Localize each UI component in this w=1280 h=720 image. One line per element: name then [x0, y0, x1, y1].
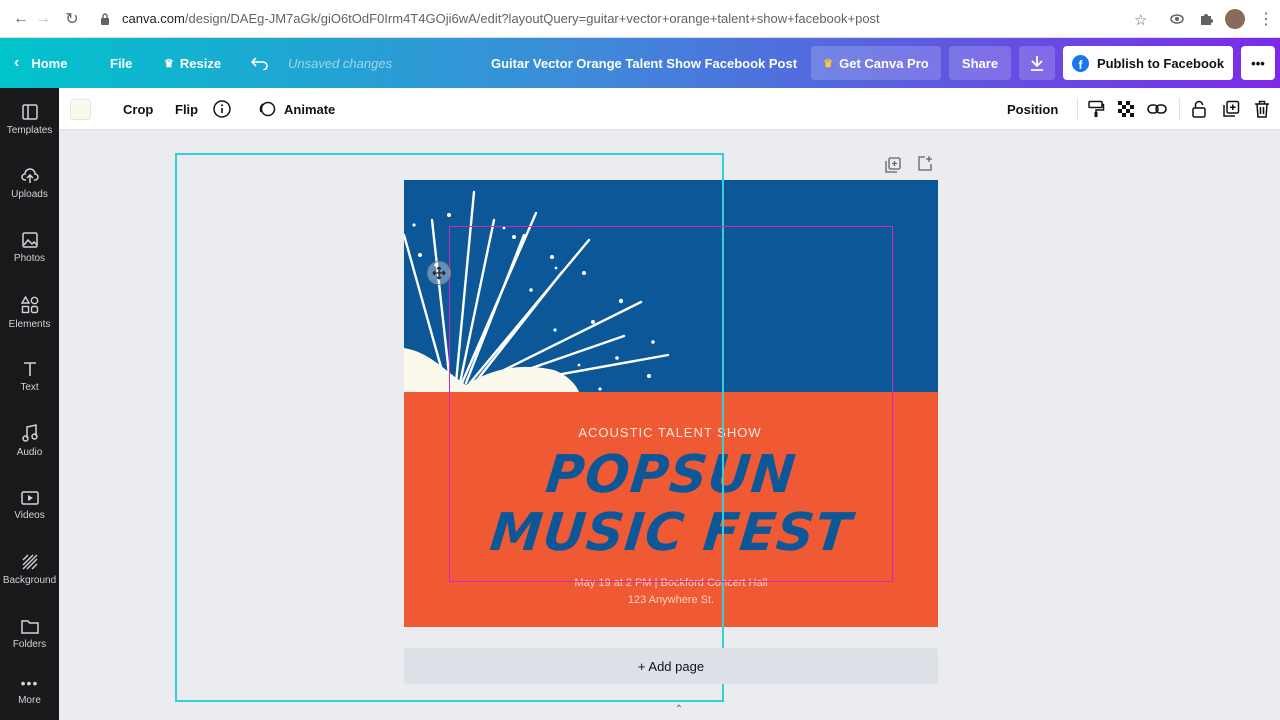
text-icon [23, 362, 36, 376]
move-handle-icon[interactable] [427, 261, 451, 285]
lock-icon [100, 12, 110, 25]
address-bar[interactable]: canva.com/design/DAEg-JM7aGk/giO6tOdF0Ir… [122, 11, 880, 26]
profile-avatar[interactable] [1225, 9, 1245, 29]
sidebar-item-label: More [18, 694, 41, 706]
crop-button[interactable]: Crop [123, 88, 153, 130]
sidebar-item-label: Uploads [11, 189, 48, 200]
copy-style-icon[interactable] [1087, 88, 1105, 130]
browser-menu-icon[interactable]: ⋮ [1258, 9, 1274, 29]
elements-icon [20, 296, 38, 314]
add-page-icon[interactable] [917, 155, 933, 176]
flip-button[interactable]: Flip [175, 88, 198, 130]
background-icon [22, 554, 37, 570]
chevron-left-icon: ‹ [14, 54, 20, 71]
back-icon[interactable]: ← [10, 8, 32, 30]
design-title[interactable]: Guitar Vector Orange Talent Show Faceboo… [491, 38, 797, 88]
templates-icon [21, 104, 38, 120]
home-button[interactable]: ‹ Home [14, 38, 67, 88]
position-button[interactable]: Position [1007, 88, 1058, 130]
sidebar-item-folders[interactable]: Folders [0, 604, 59, 664]
sidebar-item-templates[interactable]: Templates [0, 90, 59, 150]
info-icon[interactable] [213, 88, 231, 130]
save-status: Unsaved changes [288, 55, 393, 71]
sidebar-item-label: Templates [6, 125, 53, 136]
sidebar-item-label: Elements [8, 319, 51, 330]
videos-icon [20, 491, 39, 505]
sidebar-item-label: Folders [12, 638, 47, 650]
publish-to-facebook-button[interactable]: f Publish to Facebook [1063, 46, 1233, 80]
file-menu-button[interactable]: File [110, 38, 132, 88]
crown-icon: ♛ [823, 57, 834, 70]
sidebar-item-uploads[interactable]: Uploads [0, 154, 59, 214]
get-canva-pro-button[interactable]: ♛ Get Canva Pro [811, 46, 941, 80]
sidebar-item-audio[interactable]: Audio [0, 411, 59, 471]
share-button[interactable]: Share [949, 46, 1011, 80]
more-options-button[interactable]: ••• [1241, 46, 1275, 80]
sidebar-item-label: Text [20, 382, 39, 393]
folders-icon [20, 619, 39, 634]
sidebar-item-elements[interactable]: Elements [0, 283, 59, 343]
transparency-icon[interactable] [1117, 88, 1135, 130]
chevron-up-icon[interactable]: ⌃ [671, 704, 687, 720]
sidebar-item-label: Videos [14, 510, 45, 521]
facebook-icon: f [1071, 54, 1089, 72]
sidebar-item-photos[interactable]: Photos [0, 218, 59, 278]
forward-icon[interactable]: → [32, 8, 54, 30]
download-button[interactable] [1019, 46, 1055, 80]
bookmark-star-icon[interactable]: ☆ [1134, 11, 1147, 29]
uploads-icon [20, 168, 39, 183]
duplicate-icon[interactable] [1222, 88, 1240, 130]
extensions-puzzle-icon[interactable] [1199, 12, 1213, 31]
sidebar-item-videos[interactable]: Videos [0, 476, 59, 536]
animate-icon [259, 101, 276, 117]
sidebar-item-label: Photos [13, 253, 46, 264]
toolbar-divider [1077, 98, 1078, 120]
browser-toolbar: ← → ↻ canva.com/design/DAEg-JM7aGk/giO6t… [0, 0, 1280, 38]
text-group-bounds [449, 226, 893, 582]
reload-icon[interactable]: ↻ [61, 8, 83, 30]
crown-icon: ♛ [164, 57, 174, 70]
link-icon[interactable] [1147, 88, 1167, 130]
sidebar-item-background[interactable]: Background [0, 540, 59, 600]
get-pro-label: Get Canva Pro [839, 55, 929, 71]
duplicate-page-icon[interactable] [885, 157, 901, 178]
color-swatch[interactable] [70, 99, 91, 120]
sidebar-item-more[interactable]: ••• More [0, 660, 59, 720]
toolbar-divider [1179, 98, 1180, 120]
extension-eye-icon[interactable] [1170, 12, 1184, 31]
lock-icon[interactable] [1192, 88, 1206, 130]
publish-label: Publish to Facebook [1096, 55, 1225, 71]
sidebar-item-text[interactable]: Text [0, 347, 59, 407]
add-page-button[interactable]: + Add page [404, 648, 938, 684]
home-label: Home [31, 55, 68, 71]
more-icon: ••• [20, 674, 39, 691]
delete-icon[interactable] [1254, 88, 1270, 130]
photos-icon [21, 232, 38, 248]
sidebar-item-label: Audio [16, 447, 43, 458]
animate-label: Animate [284, 101, 336, 117]
resize-label: Resize [179, 55, 222, 71]
context-toolbar: Crop Flip Animate Position [59, 88, 1280, 130]
resize-button[interactable]: ♛ Resize [164, 38, 221, 88]
editor-header: ‹ Home File ♛ Resize Unsaved changes Gui… [0, 38, 1280, 88]
side-panel: Templates Uploads Photos Elements Text A… [0, 88, 59, 720]
undo-icon[interactable] [251, 38, 269, 88]
animate-button[interactable]: Animate [258, 88, 335, 130]
download-icon [1031, 56, 1043, 71]
